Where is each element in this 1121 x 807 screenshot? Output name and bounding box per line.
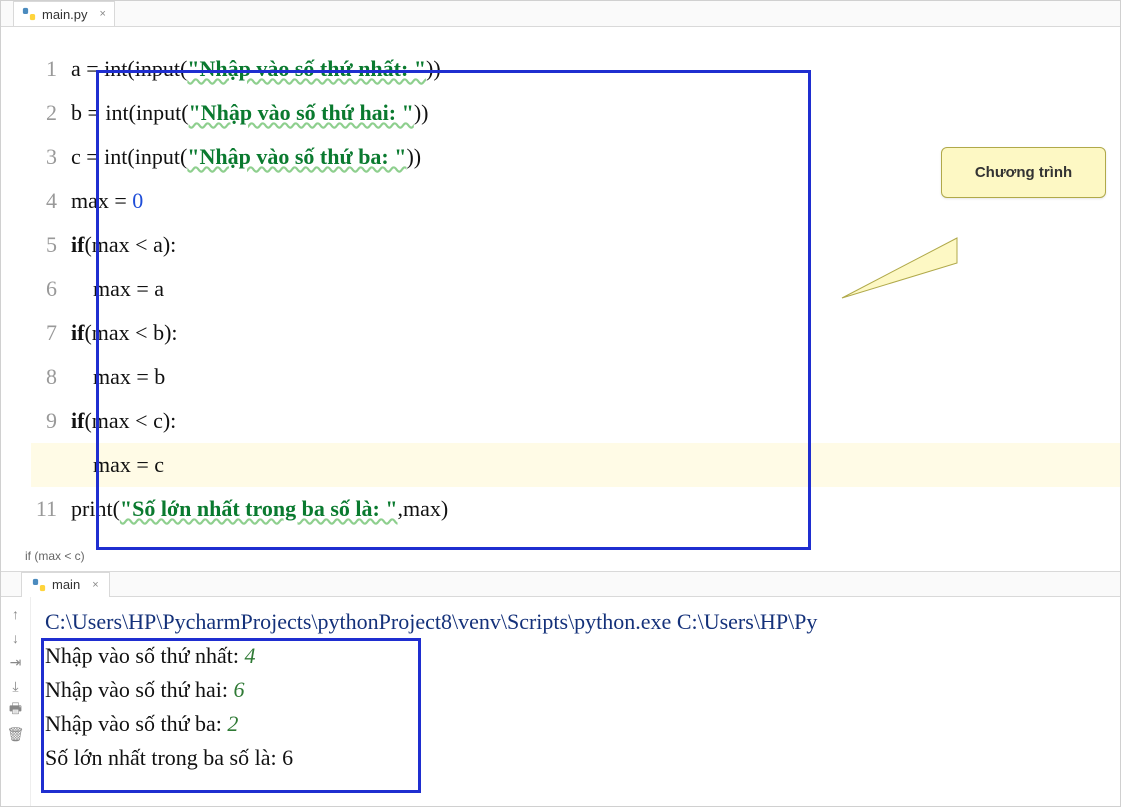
callout-program: Chương trình bbox=[941, 147, 1106, 198]
scroll-to-end-icon[interactable]: ⤓ bbox=[7, 677, 25, 695]
output-line: Nhập vào số thứ ba: 2 bbox=[45, 707, 1110, 741]
callout-label: Chương trình bbox=[975, 164, 1072, 181]
run-tabbar: main × bbox=[1, 571, 1120, 597]
output-line: Nhập vào số thứ hai: 6 bbox=[45, 673, 1110, 707]
breadcrumb[interactable]: if (max < c) bbox=[1, 545, 1120, 571]
python-file-icon bbox=[22, 7, 36, 21]
console-toolbar: ↑ ↓ ⇥ ⤓ 🖶 🗑 bbox=[1, 597, 31, 806]
ide-window: main.py × 1 2 3 4 5 6 7 8 9 10 11 a = in… bbox=[0, 0, 1121, 807]
command-line: C:\Users\HP\PycharmProjects\pythonProjec… bbox=[45, 605, 1110, 639]
editor-area: 1 2 3 4 5 6 7 8 9 10 11 a = int(input("N… bbox=[1, 27, 1120, 571]
code-editor[interactable]: a = int(input("Nhập vào số thứ nhất: "))… bbox=[71, 27, 1120, 545]
soft-wrap-icon[interactable]: ⇥ bbox=[7, 653, 25, 671]
close-icon[interactable]: × bbox=[100, 8, 106, 20]
editor-tabbar: main.py × bbox=[1, 1, 1120, 27]
output-line: Nhập vào số thứ nhất: 4 bbox=[45, 639, 1110, 673]
console-output[interactable]: C:\Users\HP\PycharmProjects\pythonProjec… bbox=[31, 597, 1120, 806]
run-tab-main[interactable]: main × bbox=[21, 572, 110, 597]
editor-tab-main[interactable]: main.py × bbox=[13, 1, 115, 26]
python-icon bbox=[32, 578, 46, 592]
run-tab-label: main bbox=[52, 577, 80, 592]
arrow-down-icon[interactable]: ↓ bbox=[7, 629, 25, 647]
print-icon[interactable]: 🖶 bbox=[7, 701, 25, 719]
trash-icon[interactable]: 🗑 bbox=[7, 725, 25, 743]
editor-tab-label: main.py bbox=[42, 7, 88, 22]
callout-pointer-icon bbox=[842, 238, 962, 308]
arrow-up-icon[interactable]: ↑ bbox=[7, 605, 25, 623]
console-area: ↑ ↓ ⇥ ⤓ 🖶 🗑 C:\Users\HP\PycharmProjects\… bbox=[1, 597, 1120, 806]
output-line: Số lớn nhất trong ba số là: 6 bbox=[45, 741, 1110, 775]
close-icon[interactable]: × bbox=[92, 579, 98, 591]
